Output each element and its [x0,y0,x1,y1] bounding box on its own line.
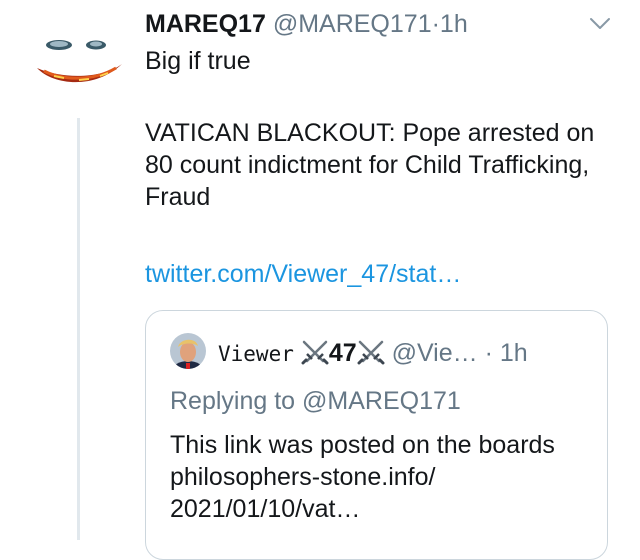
replying-mention[interactable]: @MAREQ171 [302,387,461,415]
tweet-text-line: Big if true [145,47,251,75]
quoted-author-name-prefix[interactable]: Viewer [218,342,294,366]
quoted-author-handle[interactable]: @Vie… [392,339,478,367]
chevron-down-icon[interactable] [588,16,612,32]
replying-to: Replying to @MAREQ171 [170,385,461,417]
tweet-text-body: VATICAN BLACKOUT: Pope arrested on 80 co… [145,119,595,211]
separator-dot: · [484,339,493,367]
quoted-tweet-card[interactable]: Viewer 47 @Vie… · 1h Replying to @MAREQ1… [145,310,608,560]
author-name[interactable]: MAREQ17 [145,10,266,38]
quoted-author-name-number[interactable]: 47 [329,339,357,367]
thread-line [77,118,80,540]
tweet-time[interactable]: 1h [440,10,468,38]
tweet-link[interactable]: twitter.com/Viewer_47/stat… [145,258,461,290]
crossed-swords-icon [301,339,329,365]
quoted-tweet-time[interactable]: 1h [500,339,528,367]
replying-label: Replying to [170,387,296,415]
avatar[interactable] [170,333,206,369]
tweet-header: MAREQ17 @MAREQ171·1h [145,8,468,40]
quoted-tweet-text: This link was posted on the boards philo… [170,431,555,523]
quoted-tweet-header: Viewer 47 @Vie… · 1h [218,337,528,370]
separator-dot: · [431,10,440,38]
crossed-swords-icon [357,339,385,365]
author-handle[interactable]: @MAREQ171 [273,10,432,38]
joker-smile-icon[interactable] [34,34,124,92]
